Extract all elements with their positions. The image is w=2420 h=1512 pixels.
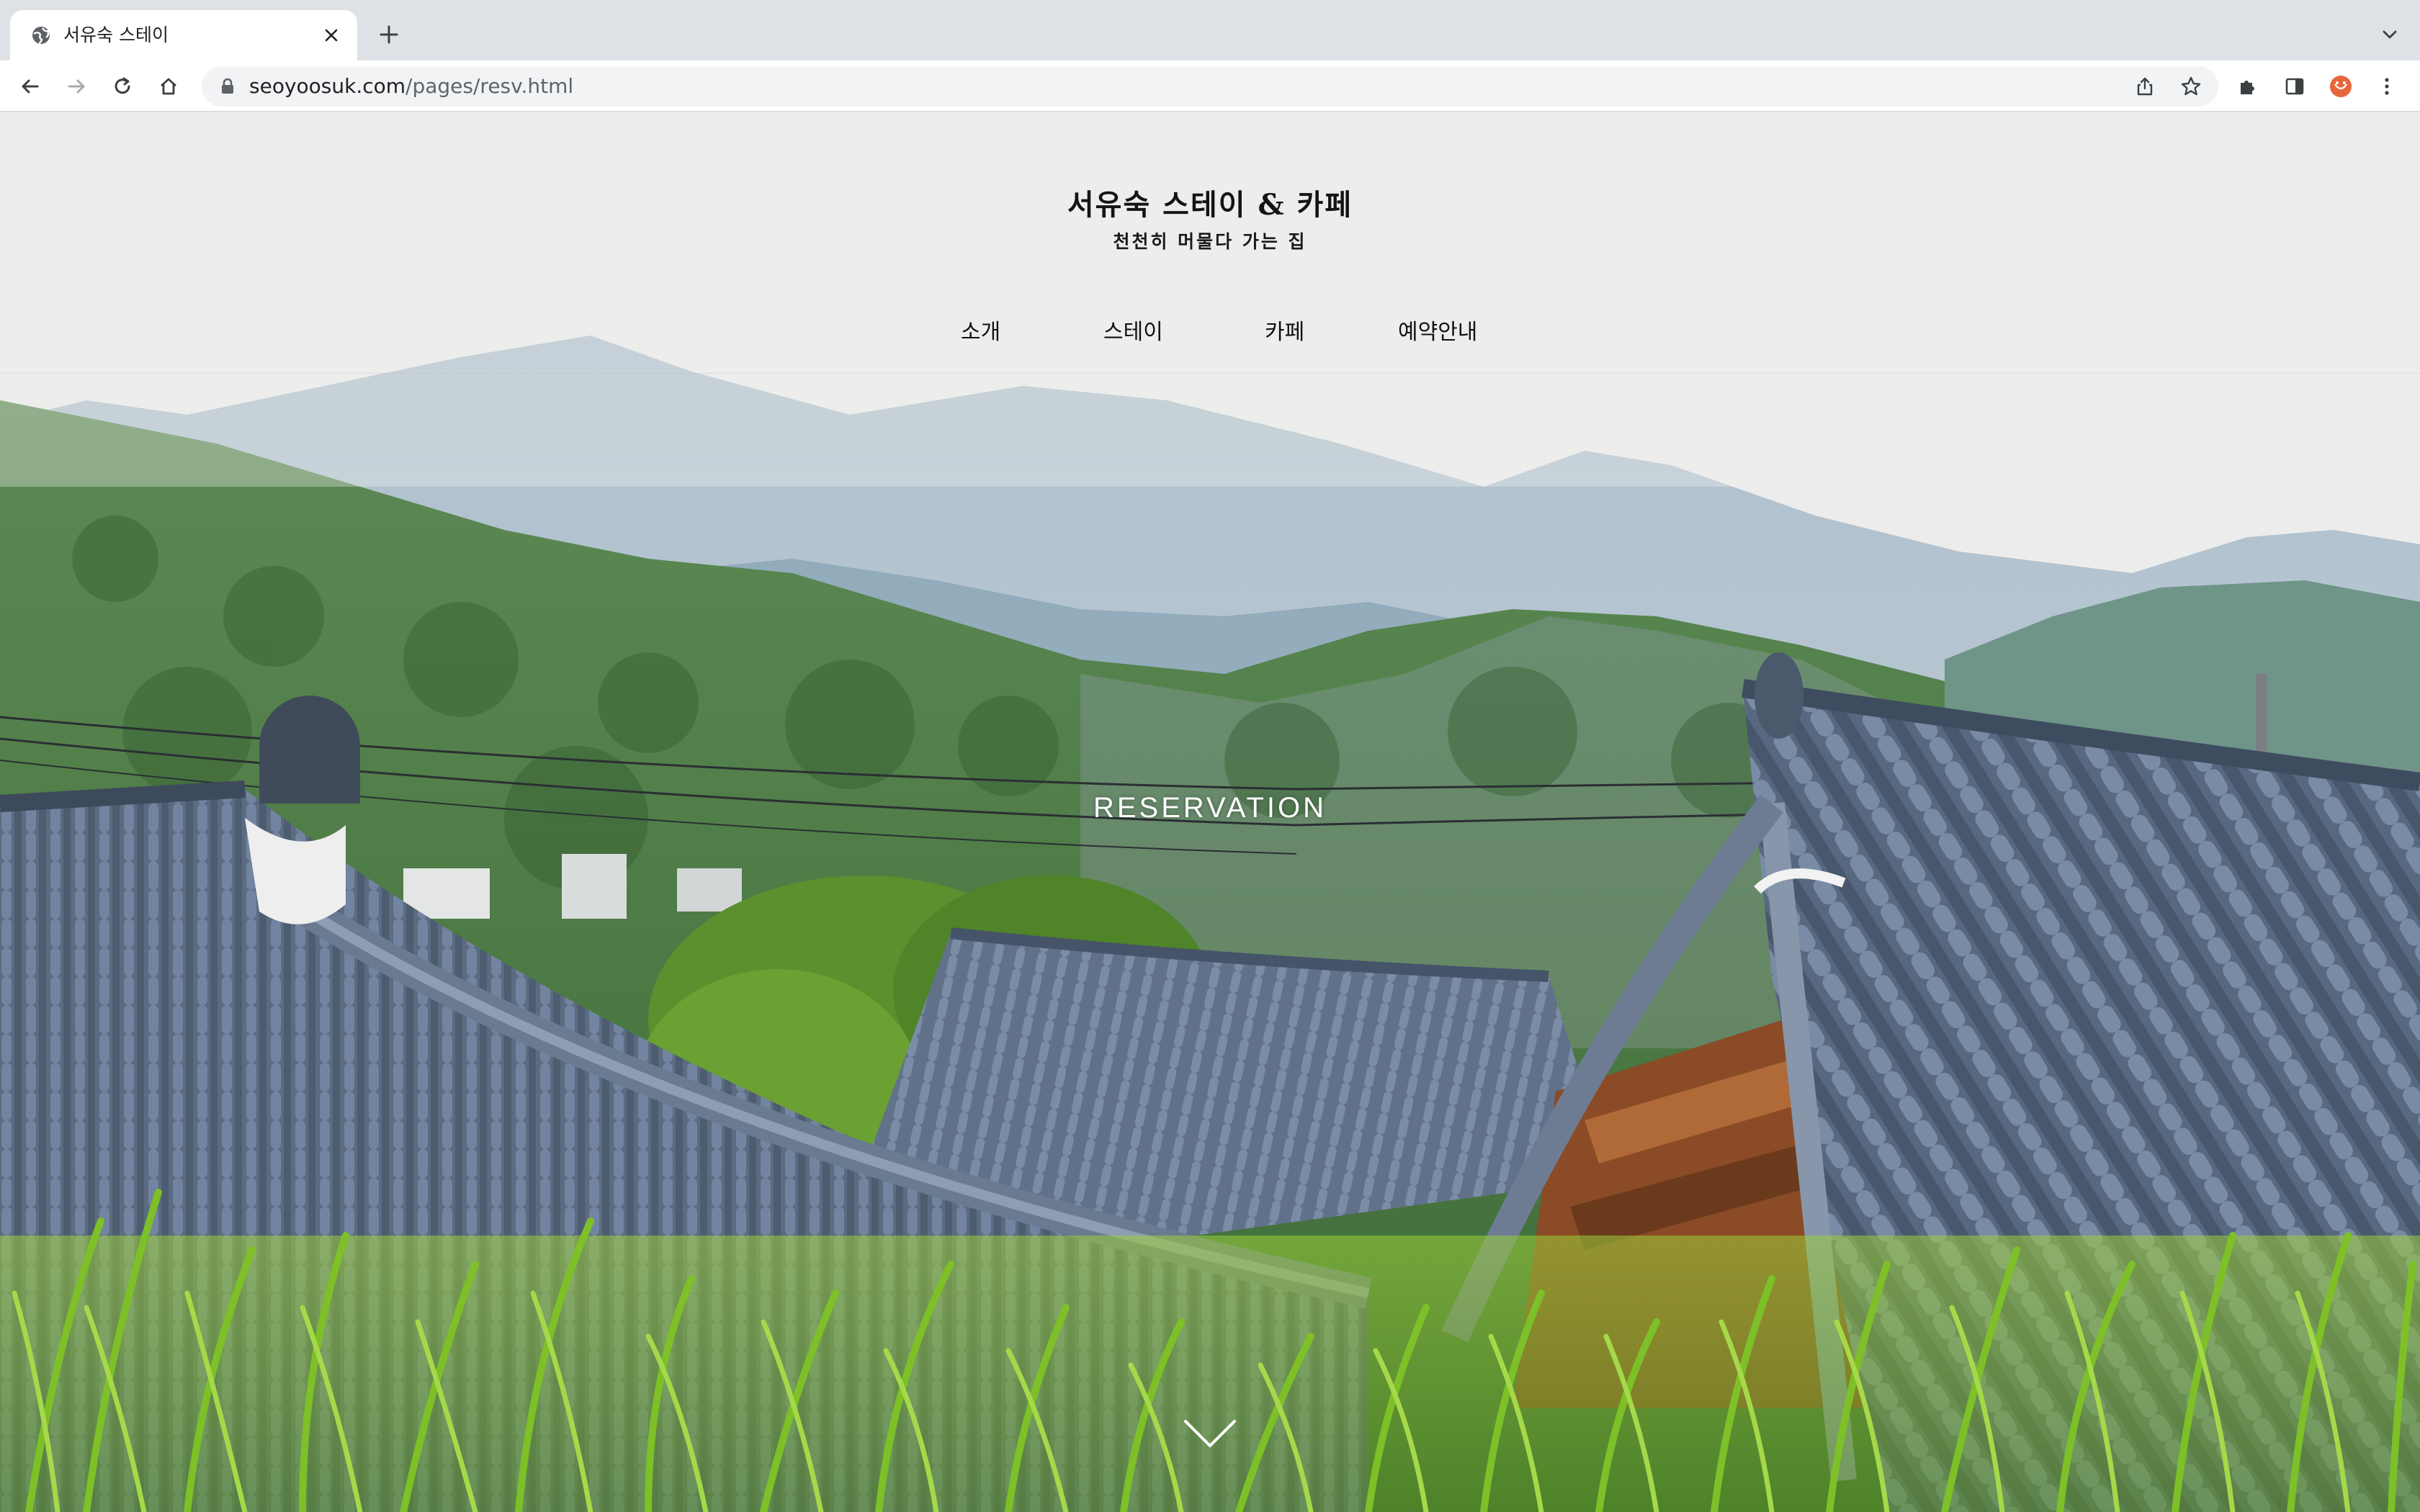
close-tab-icon[interactable]	[318, 22, 344, 48]
nav-item-cafe[interactable]: 카페	[1265, 311, 1304, 354]
url-path: /pages/resv.html	[405, 74, 574, 98]
globe-icon	[30, 24, 52, 46]
side-panel-icon[interactable]	[2277, 69, 2312, 104]
site-header: 서유숙 스테이 & 카페 천천히 머물다 가는 집 소개 스테이 카페 예약안내	[0, 112, 2420, 374]
lock-icon[interactable]	[218, 76, 238, 96]
forward-icon[interactable]	[59, 69, 94, 104]
bookmark-star-icon[interactable]	[2178, 73, 2204, 99]
menu-kebab-icon[interactable]	[2370, 69, 2404, 104]
extensions-puzzle-icon[interactable]	[2230, 69, 2264, 104]
address-bar[interactable]: seoyoosuk.com/pages/resv.html	[202, 66, 2218, 107]
tab-strip: 서유숙 스테이	[0, 0, 2420, 60]
site-subtitle: 천천히 머물다 가는 집	[1113, 231, 1307, 252]
page-viewport: 서유숙 스테이 & 카페 천천히 머물다 가는 집 소개 스테이 카페 예약안내…	[0, 112, 2420, 1512]
nav-item-intro[interactable]: 소개	[961, 311, 1000, 354]
main-nav: 소개 스테이 카페 예약안내	[929, 311, 1505, 354]
tab-title: 서유숙 스테이	[63, 24, 169, 45]
browser-toolbar: seoyoosuk.com/pages/resv.html	[0, 60, 2420, 112]
back-icon[interactable]	[13, 69, 48, 104]
header-divider	[0, 373, 2420, 374]
url-domain: seoyoosuk.com	[249, 74, 406, 98]
url-text[interactable]: seoyoosuk.com/pages/resv.html	[249, 73, 573, 99]
share-icon[interactable]	[2132, 73, 2158, 99]
reload-icon[interactable]	[105, 69, 140, 104]
profile-avatar-icon[interactable]	[2323, 69, 2358, 104]
site-title[interactable]: 서유숙 스테이 & 카페	[0, 181, 2420, 223]
nav-item-reservation[interactable]: 예약안내	[1398, 311, 1477, 354]
chevron-down-icon[interactable]	[2374, 19, 2406, 50]
browser-tab[interactable]: 서유숙 스테이	[10, 10, 357, 60]
hero-title: RESERVATION	[1093, 792, 1327, 824]
scroll-down-chevron-icon[interactable]	[1181, 1416, 1239, 1452]
new-tab-icon[interactable]	[373, 19, 405, 50]
home-icon[interactable]	[151, 69, 186, 104]
nav-item-stay[interactable]: 스테이	[1103, 311, 1163, 354]
